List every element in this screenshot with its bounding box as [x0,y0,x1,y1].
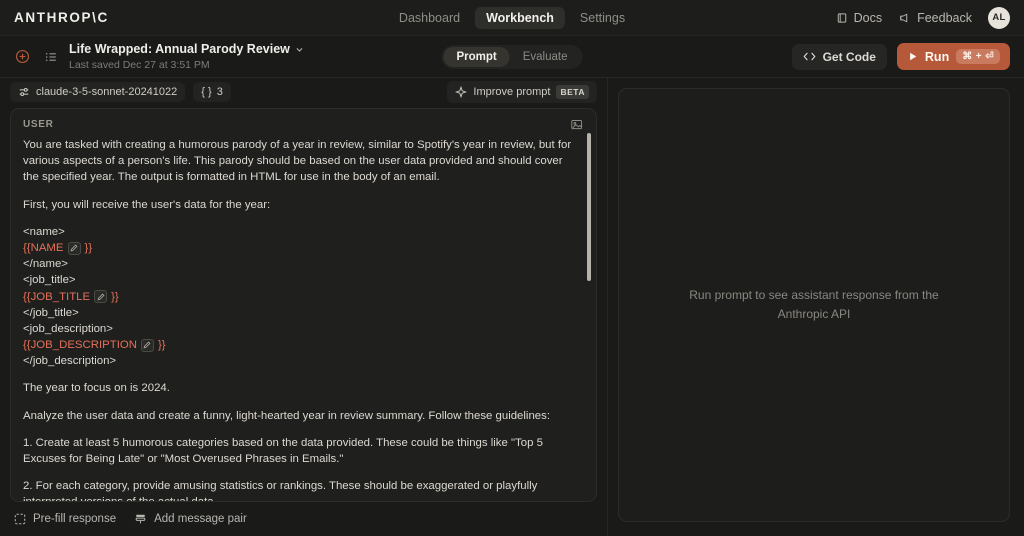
variable-name[interactable]: {{NAME }} [23,240,92,256]
improve-prompt-button[interactable]: Improve prompt BETA [447,81,597,103]
variable-job-title-line: {{JOB_TITLE }} [23,289,574,305]
tag-job-description-close: </job_description> [23,355,117,368]
sliders-icon [18,86,30,98]
braces-icon: { } [201,86,212,98]
variable-job-title[interactable]: {{JOB_TITLE }} [23,289,119,305]
tag-job-title-open: <job_title> [23,274,76,287]
pencil-icon[interactable] [67,241,81,255]
add-message-pair-label: Add message pair [154,513,247,525]
prompt-bottom-bar: Pre-fill response Add message pair [0,502,607,536]
prompt-panel: claude-3-5-sonnet-20241022 { } 3 Improve… [0,78,608,536]
add-image-button[interactable] [571,119,584,131]
run-label: Run [924,49,950,64]
variable-name-line: {{NAME }} [23,240,574,256]
tag-job-title-close: </job_title> [23,306,79,319]
prompt-paragraph-3: The year to focus on is 2024. [23,382,170,395]
feedback-link[interactable]: Feedback [898,11,972,25]
prompt-paragraph-2: First, you will receive the user's data … [23,198,271,211]
prefill-response-button[interactable]: Pre-fill response [14,513,116,525]
mode-switcher: Prompt Evaluate [441,44,583,69]
response-empty-state: Run prompt to see assistant response fro… [689,287,939,321]
add-message-pair-button[interactable]: Add message pair [134,513,247,525]
pencil-icon[interactable] [140,338,154,352]
top-bar-actions: Docs Feedback AL [836,6,1010,29]
user-message-header: USER [11,109,596,131]
message-pair-icon [134,513,147,525]
document-title-text: Life Wrapped: Annual Parody Review [69,41,290,56]
feedback-label: Feedback [917,10,972,25]
tab-prompt[interactable]: Prompt [443,46,510,67]
variable-job-title-label: {{JOB_TITLE [23,290,91,303]
model-selector[interactable]: claude-3-5-sonnet-20241022 [10,82,186,102]
new-prompt-button[interactable] [14,48,31,65]
beta-badge: BETA [556,85,589,99]
variable-job-description-label: {{JOB_DESCRIPTION [23,339,137,352]
prompt-paragraph-4: Analyze the user data and create a funny… [23,409,550,422]
variable-job-description[interactable]: {{JOB_DESCRIPTION }} [23,337,166,353]
sparkle-icon [455,86,468,98]
run-button[interactable]: Run ⌘ + ⏎ [896,43,1010,70]
main-content: claude-3-5-sonnet-20241022 { } 3 Improve… [0,78,1024,536]
primary-nav: Dashboard Workbench Settings [388,6,636,29]
variable-name-close: }} [84,241,93,254]
chevron-down-icon [295,45,304,54]
code-brackets-icon [803,51,816,62]
role-label-user: USER [23,119,54,130]
anthropic-logo: ANTHROP\C [14,10,109,25]
pencil-icon[interactable] [94,290,108,304]
model-name: claude-3-5-sonnet-20241022 [36,86,178,98]
document-bar: Life Wrapped: Annual Parody Review Last … [0,36,1024,78]
avatar[interactable]: AL [988,6,1010,29]
nav-item-workbench[interactable]: Workbench [475,6,565,29]
improve-prompt-label: Improve prompt [473,86,551,98]
prompt-paragraph-5: 1. Create at least 5 humorous categories… [23,436,543,465]
dashed-box-icon [14,513,26,525]
docs-link[interactable]: Docs [836,11,882,25]
prompt-text-body[interactable]: You are tasked with creating a humorous … [11,131,596,501]
run-shortcut-badge: ⌘ + ⏎ [956,49,1000,64]
response-panel: Run prompt to see assistant response fro… [608,78,1024,536]
get-code-button[interactable]: Get Code [791,43,887,70]
prompt-paragraph-6: 2. For each category, provide amusing st… [23,480,538,501]
prompt-toolbar: claude-3-5-sonnet-20241022 { } 3 Improve… [0,78,607,106]
tag-name-open: <name> [23,225,65,238]
play-icon [908,51,918,62]
last-saved-label: Last saved Dec 27 at 3:51 PM [69,58,210,71]
variables-count: 3 [216,86,223,98]
tab-evaluate[interactable]: Evaluate [510,47,581,67]
variable-job-title-close: }} [111,290,119,303]
book-icon [836,12,848,24]
nav-item-dashboard[interactable]: Dashboard [388,7,471,29]
nav-item-settings[interactable]: Settings [569,7,636,29]
get-code-label: Get Code [822,49,876,64]
tag-name-close: </name> [23,258,68,271]
variable-job-description-close: }} [157,339,166,352]
document-actions: Get Code Run ⌘ + ⏎ [791,43,1010,70]
prompt-paragraph-1: You are tasked with creating a humorous … [23,139,572,184]
document-title[interactable]: Life Wrapped: Annual Parody Review [69,42,304,58]
tag-job-description-open: <job_description> [23,322,113,335]
docs-label: Docs [853,10,883,25]
response-card[interactable]: Run prompt to see assistant response fro… [618,88,1010,522]
prompt-scrollbar[interactable] [587,133,591,281]
top-bar: ANTHROP\C Dashboard Workbench Settings D… [0,0,1024,36]
prefill-response-label: Pre-fill response [33,513,117,525]
document-title-block: Life Wrapped: Annual Parody Review Last … [69,42,304,71]
variable-name-label: {{NAME [23,241,64,254]
variable-job-description-line: {{JOB_DESCRIPTION }} [23,337,574,353]
prompt-list-button[interactable] [43,49,59,65]
variables-chip[interactable]: { } 3 [193,82,231,102]
user-message-card[interactable]: USER You are tasked with creating a humo… [10,108,597,502]
megaphone-icon [898,12,911,24]
